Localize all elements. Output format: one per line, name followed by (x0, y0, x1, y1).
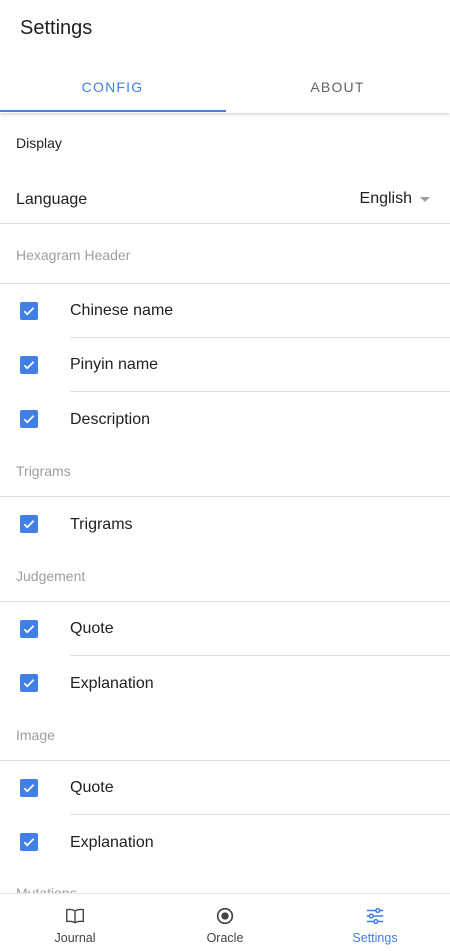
language-label: Language (16, 191, 88, 208)
tab-config[interactable]: CONFIG (0, 62, 225, 112)
nav-oracle-label: Oracle (206, 931, 244, 945)
checkbox-judgement-explanation[interactable] (20, 674, 38, 692)
checkbox-chinese-name[interactable] (20, 302, 38, 320)
checkmark-icon (23, 784, 35, 793)
bottom-navigation: Journal Oracle Settings (0, 893, 450, 951)
dropdown-caret-icon (420, 196, 430, 202)
book-icon (66, 908, 84, 924)
section-title-judgement: Judgement (16, 568, 86, 584)
settings-content[interactable]: Display Language English Hexagram Header… (0, 113, 450, 893)
nav-journal-label: Journal (54, 931, 96, 945)
checkbox-trigrams[interactable] (20, 515, 38, 533)
checkmark-icon (23, 307, 35, 316)
divider (0, 601, 450, 602)
row-label-judgement-quote: Quote (70, 620, 114, 637)
app-header: Settings CONFIG ABOUT (0, 0, 450, 113)
section-title-trigrams: Trigrams (16, 463, 71, 479)
divider (0, 760, 450, 761)
checkbox-image-explanation[interactable] (20, 833, 38, 851)
checkbox-pinyin-name[interactable] (20, 356, 38, 374)
checkmark-icon (23, 520, 35, 529)
language-select-value: English (359, 190, 412, 207)
checkbox-judgement-quote[interactable] (20, 620, 38, 638)
row-label-image-quote: Quote (70, 779, 114, 796)
checkmark-icon (23, 679, 35, 688)
checkmark-icon (23, 838, 35, 847)
divider (0, 496, 450, 497)
section-title-hexagram-header: Hexagram Header (16, 247, 131, 263)
checkmark-icon (23, 625, 35, 634)
nav-settings-label: Settings (352, 931, 398, 945)
divider (70, 391, 450, 392)
checkmark-icon (23, 361, 35, 370)
checkbox-description[interactable] (20, 410, 38, 428)
section-title-mutations: Mutations (16, 885, 77, 893)
divider (70, 655, 450, 656)
row-label-trigrams: Trigrams (70, 516, 133, 533)
checkmark-icon (23, 415, 35, 424)
tune-icon (366, 907, 384, 925)
divider (70, 337, 450, 338)
page-title: Settings (20, 17, 93, 39)
section-title-image: Image (16, 727, 55, 743)
row-label-judgement-explanation: Explanation (70, 675, 154, 692)
language-select[interactable]: English (360, 187, 430, 211)
row-label-image-explanation: Explanation (70, 834, 154, 851)
record-icon (216, 907, 234, 925)
row-label-description: Description (70, 411, 151, 428)
checkbox-image-quote[interactable] (20, 779, 38, 797)
row-label-chinese-name: Chinese name (70, 302, 174, 319)
tab-about[interactable]: ABOUT (225, 62, 450, 112)
divider (0, 223, 450, 224)
display-section-label: Display (16, 135, 62, 151)
nav-journal[interactable]: Journal (0, 894, 150, 951)
nav-oracle[interactable]: Oracle (150, 894, 300, 951)
row-label-pinyin-name: Pinyin name (70, 356, 159, 373)
nav-settings[interactable]: Settings (300, 894, 450, 951)
divider (70, 814, 450, 815)
active-tab-indicator (0, 110, 226, 112)
divider (0, 283, 450, 284)
